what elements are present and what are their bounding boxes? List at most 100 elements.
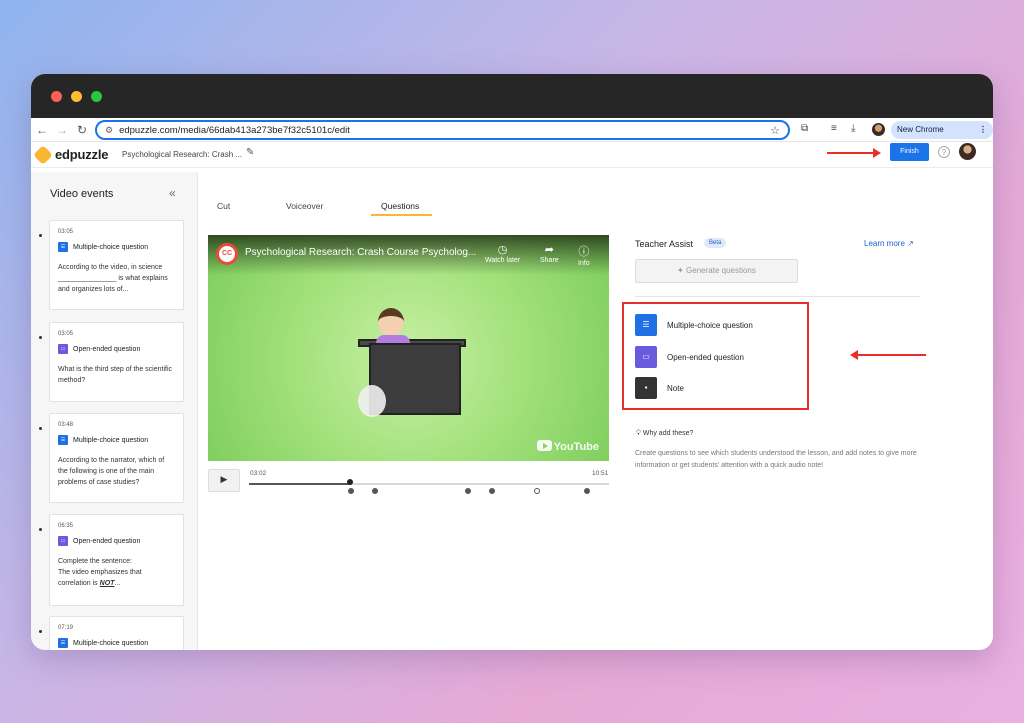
event-text-line: ... bbox=[114, 580, 121, 587]
profile-avatar[interactable] bbox=[872, 123, 885, 136]
finish-button[interactable]: Finish bbox=[890, 143, 929, 161]
timeline-handle[interactable] bbox=[346, 479, 353, 485]
youtube-logo[interactable]: YouTube bbox=[536, 440, 599, 453]
event-question-text: According to the video, in science _____… bbox=[58, 264, 168, 293]
event-text-emphasis: NOT bbox=[99, 580, 115, 587]
site-settings-icon[interactable]: ⚙ bbox=[105, 125, 113, 136]
lightbulb-icon: 💡︎ bbox=[636, 430, 643, 437]
play-button[interactable]: ▶ bbox=[208, 469, 240, 492]
clock-icon: ◷ bbox=[497, 244, 508, 256]
learn-more-link[interactable]: Learn more ↗ bbox=[864, 239, 914, 248]
timeline-progress bbox=[249, 483, 350, 485]
event-time: 06:35 bbox=[58, 523, 74, 529]
youtube-play-icon bbox=[536, 440, 552, 451]
question-marker[interactable] bbox=[348, 488, 354, 494]
browser-toolbar: ← → ↻ ⚙ edpuzzle.com/media/66dab413a273b… bbox=[31, 118, 993, 152]
event-type-label: Open-ended question bbox=[73, 345, 141, 353]
youtube-label: YouTube bbox=[553, 441, 599, 453]
reload-icon[interactable]: ↻ bbox=[75, 122, 89, 138]
teacher-assist-title: Teacher Assist bbox=[635, 239, 694, 249]
event-type-label: Open-ended question bbox=[73, 537, 141, 545]
event-type: ☰ Multiple-choice question bbox=[58, 435, 175, 445]
annotation-arrow-add bbox=[850, 350, 926, 360]
event-card[interactable]: 03:48 ☰ Multiple-choice question Accordi… bbox=[39, 413, 184, 503]
share-icon: ➦ bbox=[544, 244, 554, 256]
video-events-sidebar: Video events « 03:05 ☰ Multiple-choice q… bbox=[31, 172, 198, 650]
why-add-title: 💡︎ Why add these? bbox=[636, 430, 693, 438]
event-text-line: correlation is bbox=[58, 580, 100, 587]
event-question-text: Complete the sentence: The video emphasi… bbox=[58, 556, 175, 589]
browser-window: ← → ↻ ⚙ edpuzzle.com/media/66dab413a273b… bbox=[31, 74, 993, 650]
user-avatar[interactable] bbox=[959, 143, 976, 160]
event-card[interactable]: 06:35 ▭ Open-ended question Complete the… bbox=[39, 514, 184, 606]
event-text-line: Complete the sentence: bbox=[58, 558, 132, 565]
minimize-window-button[interactable] bbox=[71, 91, 82, 102]
generate-questions-label: Generate questions bbox=[686, 266, 756, 275]
magic-wand-icon: ✦ bbox=[677, 266, 687, 275]
generate-questions-button[interactable]: ✦ Generate questions bbox=[635, 259, 798, 283]
back-icon[interactable]: ← bbox=[35, 122, 49, 138]
event-type-label: Multiple-choice question bbox=[73, 639, 149, 647]
event-time: 03:05 bbox=[58, 331, 74, 337]
media-title: Psychological Research: Crash ... bbox=[122, 150, 243, 159]
illustration-papers bbox=[358, 385, 386, 417]
url-text: edpuzzle.com/media/66dab413a273be7f32c51… bbox=[119, 124, 350, 136]
illustration-person-head bbox=[378, 308, 404, 336]
beta-badge: Beta bbox=[704, 238, 727, 248]
question-marker[interactable] bbox=[584, 488, 590, 494]
list-icon: ☰ bbox=[58, 638, 68, 648]
event-text-line: The video emphasizes that bbox=[58, 569, 142, 576]
watch-later-label: Watch later bbox=[485, 257, 521, 264]
event-card[interactable]: 07:19 ☰ Multiple-choice question bbox=[39, 616, 184, 650]
edit-pencil-icon[interactable]: ✎ bbox=[246, 147, 254, 158]
media-control-icon[interactable]: ≡ bbox=[831, 123, 837, 134]
event-card[interactable]: 03:05 ▭ Open-ended question What is the … bbox=[39, 322, 184, 402]
event-type: ▭ Open-ended question bbox=[58, 536, 175, 546]
help-icon[interactable]: ? bbox=[938, 146, 950, 158]
event-card[interactable]: 03:05 ☰ Multiple-choice question Accordi… bbox=[39, 220, 184, 310]
editor-main: Cut Voiceover Questions CC Psychological… bbox=[199, 172, 993, 650]
event-type: ▭ Open-ended question bbox=[58, 344, 175, 354]
note-marker[interactable] bbox=[534, 488, 540, 494]
tab-questions[interactable]: Questions bbox=[381, 201, 419, 211]
annotation-highlight-box bbox=[622, 302, 809, 410]
divider bbox=[635, 296, 920, 297]
extensions-icon[interactable]: ⧉ bbox=[801, 123, 808, 134]
kebab-menu-icon[interactable]: ⋮ bbox=[979, 121, 987, 139]
event-type: ☰ Multiple-choice question bbox=[58, 242, 175, 252]
annotation-arrow-finish bbox=[827, 148, 881, 158]
bookmark-star-icon[interactable]: ☆ bbox=[770, 124, 780, 137]
list-icon: ☰ bbox=[58, 242, 68, 252]
why-add-text: Create questions to see which students u… bbox=[635, 450, 917, 469]
video-title[interactable]: Psychological Research: Crash Course Psy… bbox=[245, 247, 476, 258]
watch-later-button[interactable]: ◷ Watch later bbox=[485, 243, 520, 264]
channel-logo[interactable]: CC bbox=[216, 243, 238, 265]
close-window-button[interactable] bbox=[51, 91, 62, 102]
tab-voiceover[interactable]: Voiceover bbox=[286, 201, 323, 211]
event-question-text: What is the third step of the scientific… bbox=[58, 366, 172, 384]
collapse-sidebar-icon[interactable]: « bbox=[169, 186, 176, 200]
duration: 10:51 bbox=[592, 470, 609, 477]
question-marker[interactable] bbox=[489, 488, 495, 494]
address-bar[interactable]: ⚙ edpuzzle.com/media/66dab413a273be7f32c… bbox=[95, 120, 790, 140]
edpuzzle-logo[interactable]: edpuzzle bbox=[33, 144, 109, 165]
app-header: edpuzzle Psychological Research: Crash .… bbox=[31, 142, 993, 168]
current-time: 03:02 bbox=[250, 470, 267, 477]
event-type-label: Multiple-choice question bbox=[73, 243, 149, 251]
question-marker[interactable] bbox=[465, 488, 471, 494]
logo-text: edpuzzle bbox=[55, 147, 109, 162]
question-marker[interactable] bbox=[372, 488, 378, 494]
video-player[interactable]: CC Psychological Research: Crash Course … bbox=[208, 235, 609, 461]
new-chrome-button[interactable]: New Chrome available ⋮ bbox=[891, 121, 993, 152]
share-button[interactable]: ➦ Share bbox=[540, 243, 559, 264]
event-type: ☰ Multiple-choice question bbox=[58, 638, 175, 648]
title-bar bbox=[31, 74, 993, 118]
download-icon[interactable]: ⤓ bbox=[851, 123, 855, 134]
info-icon: ⓘ bbox=[578, 246, 590, 258]
maximize-window-button[interactable] bbox=[91, 91, 102, 102]
tab-cut[interactable]: Cut bbox=[217, 201, 230, 211]
info-button[interactable]: ⓘ Info bbox=[578, 243, 590, 267]
sidebar-title: Video events bbox=[50, 188, 114, 200]
forward-icon[interactable]: → bbox=[55, 122, 69, 138]
puzzle-logo-icon bbox=[33, 144, 53, 165]
